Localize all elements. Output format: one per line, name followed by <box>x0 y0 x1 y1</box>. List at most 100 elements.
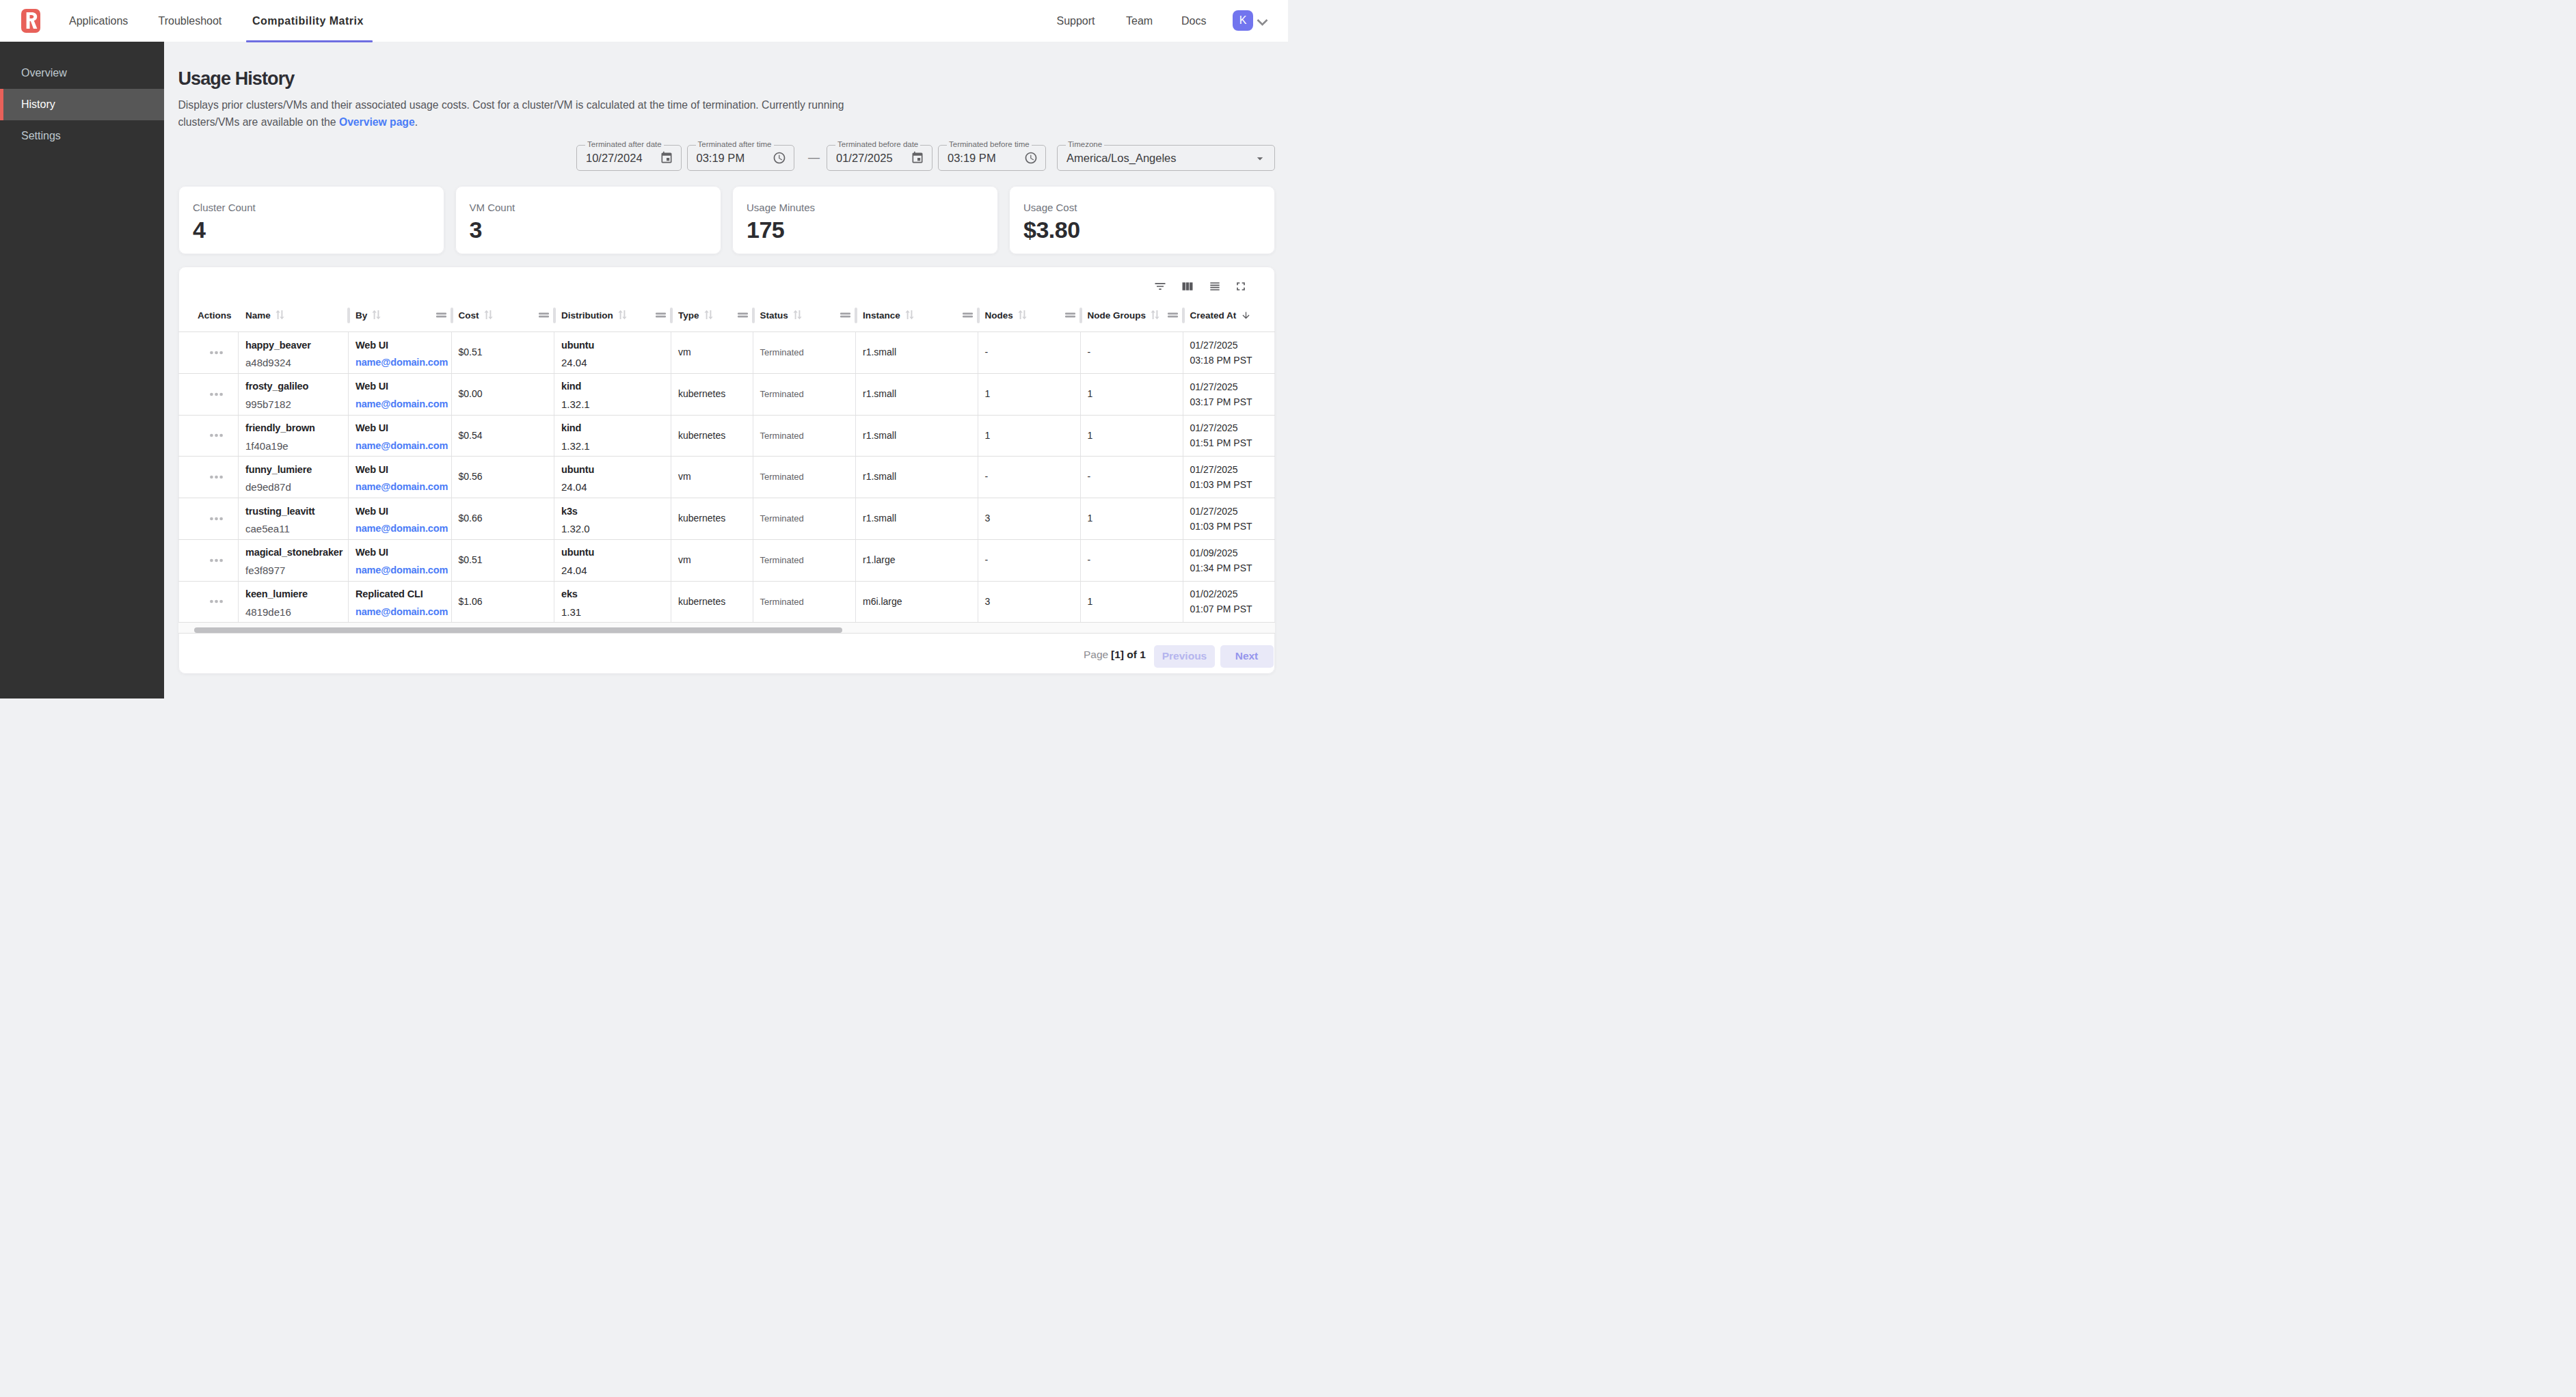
sort-icon[interactable] <box>905 310 914 323</box>
row-actions-button[interactable] <box>210 433 239 437</box>
calendar-icon[interactable] <box>911 151 924 165</box>
column-header-node_groups[interactable]: Node Groups <box>1081 298 1183 332</box>
nav-tab-applications[interactable]: Applications <box>69 0 128 42</box>
creator-email[interactable]: name@domain.com <box>355 437 451 455</box>
main-content: Usage History Displays prior clusters/VM… <box>164 42 1288 698</box>
column-header-type[interactable]: Type <box>671 298 753 332</box>
date-range-separator: — <box>808 151 820 165</box>
nav-link-support[interactable]: Support <box>1057 0 1095 42</box>
column-menu-icon[interactable] <box>436 310 446 323</box>
column-header-by[interactable]: By <box>349 298 452 332</box>
row-node-groups-cell: - <box>1081 332 1183 373</box>
sidebar-item-overview[interactable]: Overview <box>0 57 164 89</box>
row-actions-button[interactable] <box>210 392 239 396</box>
column-menu-icon[interactable] <box>539 310 549 323</box>
sort-icon[interactable] <box>1018 310 1027 323</box>
filter-icon[interactable] <box>1153 280 1167 293</box>
page-label: Page <box>1084 643 1108 666</box>
instance-value: m6i.large <box>863 593 978 611</box>
creator-email[interactable]: name@domain.com <box>355 354 451 372</box>
terminated-after-date-field[interactable]: Terminated after date 10/27/2024 <box>576 145 682 171</box>
column-header-nodes[interactable]: Nodes <box>978 298 1081 332</box>
column-menu-icon[interactable] <box>1168 310 1178 323</box>
distribution-name: ubuntu <box>561 544 671 562</box>
columns-icon[interactable] <box>1181 280 1194 293</box>
calendar-icon[interactable] <box>660 151 673 165</box>
column-menu-icon[interactable] <box>738 310 748 323</box>
column-header-instance[interactable]: Instance <box>856 298 978 332</box>
row-nodes-cell: 3 <box>978 498 1081 539</box>
created-by: Replicated CLI <box>355 586 451 603</box>
fullscreen-icon[interactable] <box>1234 280 1248 293</box>
row-actions-button[interactable] <box>210 517 239 521</box>
row-nodes-cell: - <box>978 457 1081 498</box>
nav-tab-compatibility-matrix[interactable]: Compatibility Matrix <box>252 0 364 42</box>
column-menu-icon[interactable] <box>656 310 666 323</box>
creator-email[interactable]: name@domain.com <box>355 603 451 621</box>
previous-page-button[interactable]: Previous <box>1154 645 1215 668</box>
cluster-id: cae5ea11 <box>245 520 348 538</box>
column-header-distribution[interactable]: Distribution <box>554 298 671 332</box>
cluster-id: 995b7182 <box>245 396 348 413</box>
sort-icon[interactable] <box>276 310 284 323</box>
row-name-cell: happy_beavera48d9324 <box>239 332 349 373</box>
page-description: Displays prior clusters/VMs and their as… <box>178 96 844 131</box>
column-header-cost[interactable]: Cost <box>452 298 555 332</box>
sort-icon[interactable] <box>618 310 627 323</box>
nav-link-docs[interactable]: Docs <box>1181 0 1206 42</box>
clock-icon[interactable] <box>773 151 786 165</box>
column-menu-icon[interactable] <box>840 310 850 323</box>
row-by-cell: Web UIname@domain.com <box>349 498 452 539</box>
next-page-button[interactable]: Next <box>1220 645 1274 668</box>
node-groups-value: - <box>1088 552 1183 569</box>
instance-value: r1.small <box>863 344 978 362</box>
row-status-cell: Terminated <box>753 374 857 415</box>
timezone-select[interactable]: Timezone America/Los_Angeles <box>1057 145 1275 171</box>
sort-icon[interactable] <box>372 310 381 323</box>
row-actions-button[interactable] <box>210 599 239 603</box>
sidebar-item-history[interactable]: History <box>0 89 164 120</box>
nav-tab-troubleshoot[interactable]: Troubleshoot <box>159 0 222 42</box>
sort-desc-icon[interactable] <box>1241 310 1251 323</box>
cost-value: $0.66 <box>459 510 554 528</box>
row-actions-button[interactable] <box>210 351 239 355</box>
creator-email[interactable]: name@domain.com <box>355 396 451 413</box>
terminated-after-time-field[interactable]: Terminated after time 03:19 PM <box>687 145 795 171</box>
column-label: Status <box>760 310 788 321</box>
sort-icon[interactable] <box>484 310 493 323</box>
overview-page-link[interactable]: Overview page <box>339 116 415 128</box>
row-by-cell: Web UIname@domain.com <box>349 457 452 498</box>
horizontal-scrollbar[interactable] <box>178 622 1275 633</box>
creator-email[interactable]: name@domain.com <box>355 520 451 538</box>
sort-icon[interactable] <box>1151 310 1159 323</box>
instance-value: r1.small <box>863 427 978 445</box>
stat-card-cluster-count: Cluster Count4 <box>178 186 444 254</box>
column-header-name[interactable]: Name <box>239 298 349 332</box>
scrollbar-thumb[interactable] <box>194 627 842 634</box>
avatar[interactable]: K <box>1233 10 1253 31</box>
column-label: Instance <box>863 310 900 321</box>
nodes-value: - <box>985 552 1080 569</box>
replicated-logo[interactable] <box>21 9 40 33</box>
nav-link-team[interactable]: Team <box>1126 0 1153 42</box>
sort-icon[interactable] <box>704 310 713 323</box>
clock-icon[interactable] <box>1024 151 1038 165</box>
row-actions-cell <box>178 498 239 539</box>
creator-email[interactable]: name@domain.com <box>355 562 451 580</box>
column-menu-icon[interactable] <box>1065 310 1075 323</box>
column-menu-icon[interactable] <box>963 310 973 323</box>
sort-icon[interactable] <box>793 310 802 323</box>
column-header-status[interactable]: Status <box>753 298 857 332</box>
row-actions-button[interactable] <box>210 558 239 562</box>
sidebar-item-settings[interactable]: Settings <box>0 120 164 152</box>
chevron-down-icon[interactable] <box>1257 16 1268 29</box>
column-header-created_at[interactable]: Created At <box>1183 298 1275 332</box>
row-created-at-cell: 01/02/202501:07 PM PST <box>1183 582 1275 623</box>
table-row: trusting_leavittcae5ea11Web UIname@domai… <box>178 498 1275 539</box>
terminated-before-time-field[interactable]: Terminated before time 03:19 PM <box>938 145 1046 171</box>
terminated-before-date-field[interactable]: Terminated before date 01/27/2025 <box>827 145 933 171</box>
row-actions-button[interactable] <box>210 475 239 479</box>
creator-email[interactable]: name@domain.com <box>355 478 451 496</box>
density-icon[interactable] <box>1208 280 1222 293</box>
column-label: Cost <box>459 310 479 321</box>
